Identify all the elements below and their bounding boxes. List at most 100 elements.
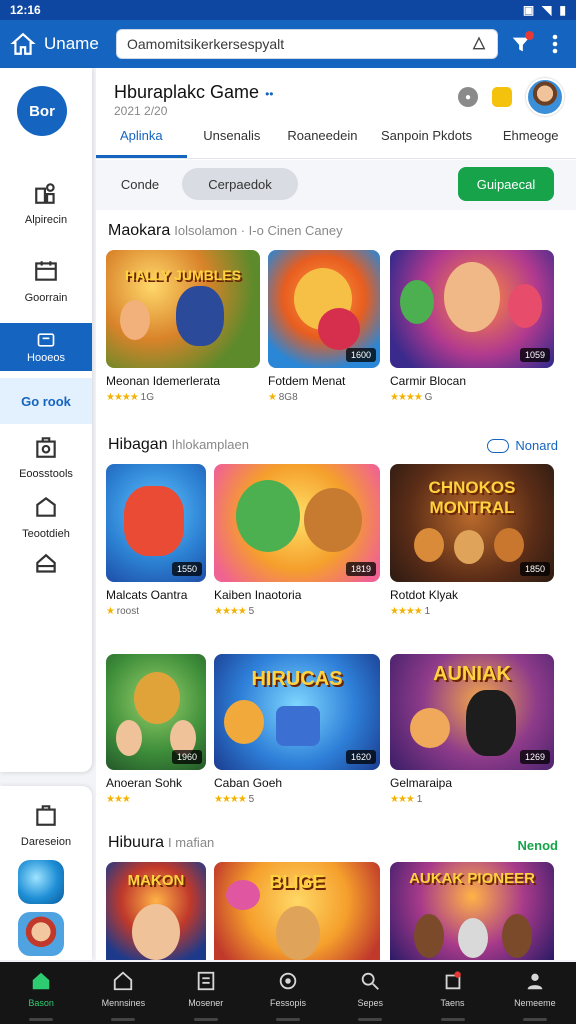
section-subtitle: Ihlokamplaen bbox=[171, 437, 249, 452]
home-icon[interactable] bbox=[10, 31, 36, 57]
see-more-label: Nonard bbox=[515, 438, 558, 453]
section-title-text: Hibagan bbox=[108, 436, 168, 453]
more-menu-button[interactable] bbox=[544, 29, 566, 59]
bottom-nav-item-0[interactable]: Bason bbox=[0, 962, 82, 1024]
game-title: Rotdot Klyak bbox=[390, 588, 459, 602]
character-image bbox=[276, 906, 320, 960]
ball-image bbox=[318, 308, 360, 350]
game-thumbnail[interactable]: 1059 bbox=[390, 250, 554, 368]
app-shortcut-character[interactable] bbox=[18, 912, 64, 956]
game-card[interactable]: HIRUCAS 1620 Caban Goeh ★★★★ 5 bbox=[214, 654, 380, 805]
bag-icon bbox=[36, 437, 56, 458]
toggle-icon[interactable] bbox=[487, 438, 510, 453]
game-thumbnail[interactable]: BLIGE bbox=[214, 862, 380, 960]
game-rating: ★★★★ 1 bbox=[390, 606, 554, 617]
game-card[interactable]: 1059 Carmir Blocan ★★★★ G bbox=[390, 250, 554, 403]
tab-1[interactable]: Unsenalis bbox=[187, 120, 278, 158]
game-tag: 1850 bbox=[519, 562, 550, 576]
store-icon bbox=[35, 183, 55, 204]
game-rating: ★★★★ 5 bbox=[214, 794, 380, 805]
notification-badge bbox=[525, 31, 534, 40]
tab-0[interactable]: Aplinka bbox=[96, 120, 187, 158]
game-card[interactable]: MAKON bbox=[106, 862, 206, 960]
info-icon[interactable]: ● bbox=[458, 87, 478, 107]
app-title: Uname bbox=[44, 34, 99, 53]
thumbnail-text: CHNOKOS MONTRAL bbox=[428, 478, 516, 518]
character-image bbox=[176, 286, 224, 346]
sidebar-item-4[interactable]: Eoosstools bbox=[0, 434, 92, 480]
thumbnail-text: AUKAK PIONEER bbox=[409, 869, 535, 887]
bottom-nav-item-5[interactable]: Taens bbox=[411, 962, 493, 1024]
game-thumbnail[interactable]: 1600 bbox=[268, 250, 380, 368]
game-card[interactable]: AUNIAK 1269 Gelmaraipa ★★★ 1 bbox=[390, 654, 554, 805]
game-tag: 1269 bbox=[519, 750, 550, 764]
app-shortcut-bubble[interactable] bbox=[18, 860, 64, 904]
character-image bbox=[502, 914, 532, 958]
bottom-nav-item-1[interactable]: Mennsines bbox=[82, 962, 164, 1024]
game-card[interactable]: BLIGE bbox=[214, 862, 380, 960]
verified-icon: •• bbox=[265, 87, 274, 101]
notifications-button[interactable] bbox=[506, 29, 536, 59]
see-more-link[interactable]: Nenod bbox=[518, 838, 558, 853]
game-card[interactable]: CHNOKOS MONTRAL 1850 Rotdot Klyak ★★★★ 1 bbox=[390, 464, 554, 617]
sidebar-item-1[interactable]: Goorrain bbox=[0, 258, 92, 304]
game-thumbnail[interactable]: CHNOKOS MONTRAL 1850 bbox=[390, 464, 554, 582]
game-thumbnail[interactable]: MAKON bbox=[106, 862, 206, 960]
game-thumbnail[interactable]: 1819 bbox=[214, 464, 380, 582]
sidebar-item-5[interactable]: Teootdieh bbox=[0, 494, 92, 540]
filter-chip[interactable]: Conde bbox=[110, 168, 170, 200]
game-card[interactable]: HALLY JUMBLES Meonan Idemerlerata ★★★★ 1… bbox=[106, 250, 260, 403]
filter-chip-selected[interactable]: Cerpaedok bbox=[182, 168, 298, 200]
character-image bbox=[508, 284, 542, 328]
game-rating: ★ 8G8 bbox=[268, 392, 380, 403]
game-card[interactable]: 1960 Anoeran Sohk ★★★ bbox=[106, 654, 206, 805]
character-image bbox=[466, 690, 516, 756]
app-logo[interactable]: Bor bbox=[17, 86, 67, 136]
game-rating: ★ roost bbox=[106, 606, 206, 617]
bottom-nav-item-4[interactable]: Sepes bbox=[329, 962, 411, 1024]
game-thumbnail[interactable]: AUKAK PIONEER bbox=[390, 862, 554, 960]
section-title-text: Hibuura bbox=[108, 834, 165, 851]
sidebar-item-2[interactable]: Hooeos bbox=[0, 323, 92, 371]
game-card[interactable]: AUKAK PIONEER bbox=[390, 862, 554, 960]
game-card[interactable]: 1600 Fotdem Menat ★ 8G8 bbox=[268, 250, 380, 403]
tab-2[interactable]: Roaneedein bbox=[277, 120, 368, 158]
game-thumbnail[interactable]: HALLY JUMBLES bbox=[106, 250, 260, 368]
character-image bbox=[494, 528, 524, 562]
home-icon bbox=[32, 972, 50, 990]
search-bar[interactable] bbox=[116, 29, 498, 59]
sidebar-item-label: Goorrain bbox=[24, 292, 68, 304]
game-rating: ★★★★ 1G bbox=[106, 392, 260, 403]
sidebar-item-label: Teootdieh bbox=[22, 528, 70, 540]
apply-button[interactable]: Guipaecal bbox=[458, 167, 554, 201]
game-thumbnail[interactable]: 1550 bbox=[106, 464, 206, 582]
status-time: 12:16 bbox=[10, 3, 41, 17]
game-title: Anoeran Sohk bbox=[106, 776, 183, 790]
sidebar-bottom-item[interactable]: Dareseion bbox=[0, 802, 92, 848]
bag-icon bbox=[36, 805, 56, 826]
game-thumbnail[interactable]: AUNIAK 1269 bbox=[390, 654, 554, 770]
bottom-nav-item-2[interactable]: Mosener bbox=[165, 962, 247, 1024]
sidebar-item-label: Alpirecin bbox=[24, 214, 68, 226]
sidebar-item-6[interactable] bbox=[0, 552, 92, 586]
bottom-nav-item-6[interactable]: Nemeeme bbox=[494, 962, 576, 1024]
clear-search-icon[interactable] bbox=[471, 36, 487, 52]
character-image bbox=[132, 904, 180, 960]
tab-3[interactable]: Sanpoin Pkdots bbox=[368, 120, 486, 158]
game-card[interactable]: 1819 Kaiben Inaotoria ★★★★ 5 bbox=[214, 464, 380, 617]
bottom-nav-item-3[interactable]: Fessopis bbox=[247, 962, 329, 1024]
game-thumbnail[interactable]: 1960 bbox=[106, 654, 206, 770]
sidebar-item-3[interactable]: Go rook bbox=[0, 378, 92, 424]
shield-icon bbox=[36, 553, 56, 573]
avatar[interactable] bbox=[526, 78, 564, 116]
game-rating: ★★★★ 5 bbox=[214, 606, 380, 617]
game-card[interactable]: 1550 Malcats Oantra ★ roost bbox=[106, 464, 206, 617]
coin-icon[interactable] bbox=[492, 87, 512, 107]
tab-4[interactable]: Ehmeoge bbox=[485, 120, 576, 158]
profile-icon bbox=[527, 973, 543, 990]
section-subtitle: Iolsolamon · I-o Cinen Caney bbox=[174, 223, 343, 238]
sidebar-item-0[interactable]: Alpirecin bbox=[0, 180, 92, 226]
game-thumbnail[interactable]: HIRUCAS 1620 bbox=[214, 654, 380, 770]
see-more-link[interactable]: Nonard bbox=[487, 438, 558, 453]
search-input[interactable] bbox=[127, 36, 471, 52]
